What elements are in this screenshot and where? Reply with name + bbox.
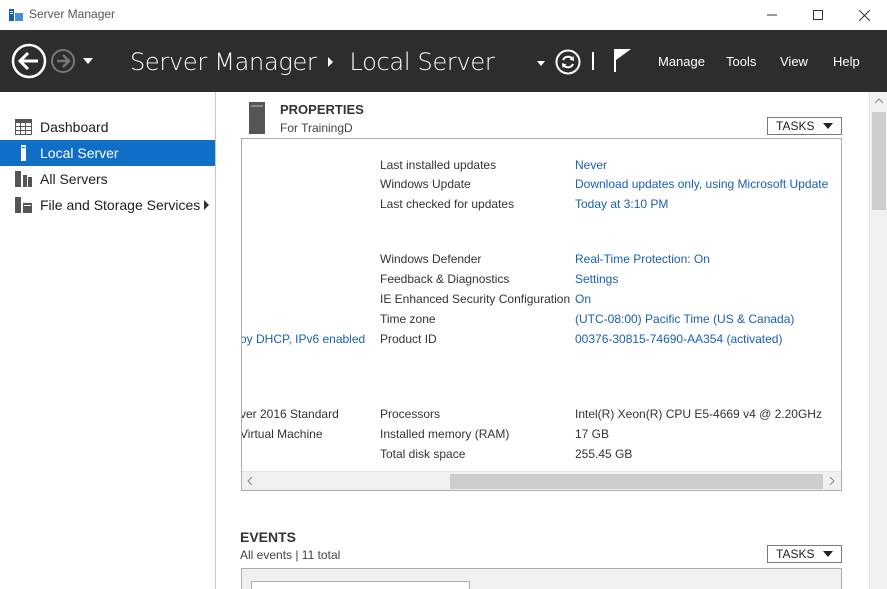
prop-label-disk: Total disk space [380,447,466,461]
title-bar: Server Manager [0,0,887,30]
storage-icon [15,197,32,213]
nav-history-dropdown-icon[interactable] [82,56,94,66]
chevron-down-icon [823,123,833,129]
prop-value-hardware-partial: Virtual Machine [241,427,323,441]
maximize-icon [813,10,823,20]
window-title: Server Manager [29,7,116,21]
menu-help[interactable]: Help [833,54,860,69]
dashboard-icon [15,119,32,135]
sidebar-item-dashboard[interactable]: Dashboard [0,114,215,140]
prop-value-ie-esc[interactable]: On [575,292,591,306]
prop-label-ie-esc: IE Enhanced Security Configuration [380,292,571,306]
scroll-right-icon[interactable] [829,477,835,485]
sidebar-item-label: File and Storage Services [40,197,201,213]
breadcrumb-separator-icon [327,57,333,67]
sidebar-item-local-server[interactable]: Local Server [0,140,215,166]
prop-value-disk: 255.45 GB [575,447,633,461]
prop-label-time-zone: Time zone [380,312,436,326]
scroll-left-icon[interactable] [247,477,253,485]
prop-value-windows-update[interactable]: Download updates only, using Microsoft U… [575,177,828,191]
server-manager-app-icon [9,9,23,21]
breadcrumb: Server Manager Local Server [130,48,495,76]
sidebar: Dashboard Local Server All Servers File … [0,92,216,589]
back-arrow-icon[interactable] [11,43,47,79]
notifications-flag-icon[interactable] [612,47,634,73]
server-manager-window: Server Manager Server Manager Local Serv… [0,0,887,589]
prop-label-processors: Processors [380,407,441,421]
forward-arrow-icon[interactable] [51,49,75,73]
close-icon [858,9,870,21]
menu-manage[interactable]: Manage [658,54,705,69]
properties-title: PROPERTIES [280,102,364,117]
submenu-arrow-icon [204,200,209,210]
sidebar-item-label: Dashboard [40,119,109,135]
all-servers-icon [15,171,32,187]
sidebar-item-all-servers[interactable]: All Servers [0,166,215,192]
properties-panel: Last installed updates Never Windows Upd… [241,138,842,491]
prop-value-feedback[interactable]: Settings [575,272,618,286]
menu-tools[interactable]: Tools [726,54,756,69]
events-panel [241,568,842,589]
prop-label-product-id: Product ID [380,332,437,346]
sidebar-item-label: Local Server [40,145,119,161]
properties-horizontal-scrollbar[interactable] [242,471,841,490]
refresh-dropdown-icon[interactable] [536,59,546,67]
prop-value-last-checked[interactable]: Today at 3:10 PM [575,197,668,211]
prop-value-network-partial[interactable]: oy DHCP, IPv6 enabled [242,332,365,346]
breadcrumb-root[interactable]: Server Manager [130,48,317,76]
main-content: PROPERTIES For TrainingD TASKS Last inst… [217,92,887,589]
close-button[interactable] [841,0,887,30]
sidebar-item-label: All Servers [40,171,108,187]
prop-label-feedback: Feedback & Diagnostics [380,272,510,286]
scrollbar-thumb[interactable] [872,112,886,210]
prop-label-last-installed: Last installed updates [380,158,497,172]
properties-tasks-button[interactable]: TASKS [767,117,842,135]
scroll-up-icon[interactable] [875,98,883,104]
prop-value-processors: Intel(R) Xeon(R) CPU E5-4669 v4 @ 2.20GH… [575,407,822,421]
prop-label-windows-update: Windows Update [380,177,471,191]
chevron-down-icon [823,551,833,557]
prop-value-product-id[interactable]: 00376-30815-74690-AA354 (activated) [575,332,782,346]
refresh-icon[interactable] [555,49,581,75]
scrollbar-thumb[interactable] [450,474,823,489]
minimize-icon [767,14,777,16]
properties-subtitle: For TrainingD [280,121,353,135]
tasks-label: TASKS [776,547,815,561]
prop-label-memory: Installed memory (RAM) [380,427,510,441]
server-properties-icon [249,102,265,134]
header-bar: Server Manager Local Server Manage Tools… [0,30,887,92]
prop-label-windows-defender: Windows Defender [380,252,482,266]
prop-value-memory: 17 GB [575,427,610,441]
maximize-button[interactable] [795,0,841,30]
sidebar-item-file-storage[interactable]: File and Storage Services [0,192,215,218]
events-title: EVENTS [240,529,297,545]
prop-value-time-zone[interactable]: (UTC-08:00) Pacific Time (US & Canada) [575,312,794,326]
prop-value-last-installed[interactable]: Never [575,158,607,172]
header-divider [592,52,594,70]
events-filter-input[interactable] [251,581,470,589]
menu-view[interactable]: View [780,54,808,69]
prop-value-windows-defender[interactable]: Real-Time Protection: On [575,252,710,266]
breadcrumb-current: Local Server [349,48,495,76]
prop-value-os-partial: ver 2016 Standard [241,407,339,421]
main-vertical-scrollbar[interactable] [869,92,887,589]
events-tasks-button[interactable]: TASKS [767,545,842,563]
local-server-icon [21,145,26,161]
prop-label-last-checked: Last checked for updates [380,197,515,211]
tasks-label: TASKS [776,119,815,133]
events-subtitle: All events | 11 total [240,548,341,562]
minimize-button[interactable] [749,0,795,30]
